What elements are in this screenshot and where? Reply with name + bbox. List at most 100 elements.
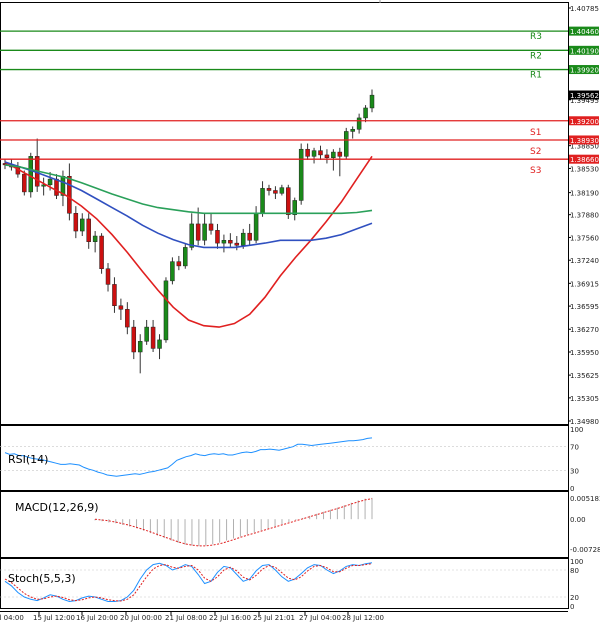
- price-tick-label: 1.36270: [570, 326, 599, 334]
- candle-body: [80, 218, 85, 232]
- candle-body: [73, 213, 79, 232]
- candle-body: [183, 247, 188, 267]
- moving-average-line: [4, 161, 373, 249]
- candle-body: [343, 131, 349, 157]
- panel-frames: [0, 0, 569, 612]
- candle-body: [118, 305, 124, 310]
- macd-panel: 0.005183 0.00 -0.007282 MACD(12,26,9): [15, 495, 600, 554]
- candle-body: [305, 148, 310, 157]
- level-label-s1: S1: [530, 128, 541, 138]
- current-price-label: 1.39562: [570, 92, 599, 100]
- candle-body: [131, 326, 137, 353]
- candle-body: [279, 187, 285, 194]
- candle-body: [215, 230, 220, 244]
- candle-body: [163, 280, 169, 341]
- candle-body: [54, 178, 59, 196]
- level-label-s2: S2: [530, 147, 541, 157]
- price-tick-label: 1.36915: [570, 280, 599, 288]
- candle-body: [298, 148, 304, 201]
- x-tick-label: 16 Jul 20:00: [76, 614, 118, 622]
- level-price-tag-label: 1.38660: [570, 156, 599, 164]
- candle-body: [28, 156, 34, 193]
- price-tick-label: 1.38530: [570, 165, 599, 173]
- x-tick-label: 20 Jul 00:00: [120, 614, 162, 622]
- macd-tick-label: 0.005183: [570, 495, 600, 503]
- level-label-s3: S3: [530, 166, 541, 176]
- candle-body: [286, 187, 291, 215]
- moving-average-line: [4, 164, 373, 215]
- rsi-label: RSI(14): [8, 453, 48, 466]
- macd-tick-label: 0.00: [570, 516, 586, 524]
- candle-body: [318, 150, 323, 156]
- candle-body: [324, 154, 330, 159]
- level-price-tag-label: 1.40190: [570, 47, 599, 55]
- candle-body: [221, 240, 227, 244]
- x-tick-label: 15 Jul 12:00: [33, 614, 75, 622]
- candle-body: [170, 261, 175, 282]
- price-tick-label: 1.35625: [570, 372, 599, 380]
- candle-body: [99, 235, 104, 269]
- candle-body: [240, 232, 246, 246]
- candle-body: [189, 223, 194, 248]
- price-panel: 1.407851.404601.401901.399201.395621.394…: [0, 5, 599, 426]
- level-price-tag-label: 1.39200: [570, 118, 599, 126]
- price-tick-label: 1.35950: [570, 349, 599, 357]
- x-tick-label: 25 Jul 21:01: [253, 614, 295, 622]
- price-tick-label: 1.35305: [570, 395, 599, 403]
- forex-chart: 1.407851.404601.401901.399201.395621.394…: [0, 0, 600, 622]
- price-tick-label: 1.34980: [570, 418, 599, 426]
- macd-label: MACD(12,26,9): [15, 501, 99, 514]
- candle-body: [253, 213, 259, 241]
- candle-body: [86, 218, 91, 242]
- rsi-panel-frame: [0, 425, 569, 491]
- candle-body: [331, 151, 336, 159]
- candle-body: [247, 232, 252, 241]
- macd-tick-label: -0.007282: [570, 546, 600, 554]
- candle-body: [176, 261, 182, 267]
- price-tick-label: 1.40785: [570, 5, 599, 13]
- candle-body: [350, 129, 355, 132]
- candle-body: [266, 188, 272, 191]
- stoch-label: Stoch(5,5,3): [8, 572, 76, 585]
- candle-body: [273, 190, 278, 194]
- candle-body: [202, 223, 207, 241]
- x-tick-label: 28 Jul 12:00: [342, 614, 384, 622]
- level-price-tag-label: 1.40460: [570, 28, 599, 36]
- rsi-tick-label: 30: [570, 467, 579, 475]
- candle-body: [125, 309, 130, 328]
- x-tick-label: 22 Jul 16:00: [209, 614, 251, 622]
- rsi-tick-label: 70: [570, 444, 579, 452]
- candle-body: [228, 240, 233, 244]
- candle-body: [311, 150, 317, 157]
- level-label-r1: R1: [530, 71, 542, 81]
- level-label-r2: R2: [530, 51, 542, 61]
- price-tick-label: 1.37560: [570, 234, 599, 242]
- candle-body: [208, 223, 214, 231]
- x-tick-label: 27 Jul 04:00: [299, 614, 341, 622]
- candle-body: [260, 188, 265, 214]
- stoch-tick-label: 0: [570, 603, 574, 611]
- rsi-tick-label: 100: [570, 426, 583, 434]
- price-tick-label: 1.37240: [570, 257, 599, 265]
- x-axis: Jul 04:00 15 Jul 12:0016 Jul 20:0020 Jul …: [0, 611, 384, 622]
- x-tick-label: 21 Jul 08:00: [165, 614, 207, 622]
- level-price-tag-label: 1.39920: [570, 67, 599, 75]
- candle-body: [22, 173, 27, 193]
- candle-body: [92, 235, 98, 242]
- candle-body: [105, 268, 111, 285]
- candle-body: [137, 341, 143, 353]
- candle-body: [67, 176, 72, 214]
- price-tick-label: 1.36595: [570, 303, 599, 311]
- stoch-tick-label: 20: [570, 594, 579, 602]
- candle-body: [144, 326, 149, 342]
- price-tick-label: 1.38190: [570, 190, 599, 198]
- level-price-tag-label: 1.38930: [570, 137, 599, 145]
- rsi-tick-label: 0: [570, 485, 574, 493]
- candle-body: [337, 151, 343, 157]
- candle-body: [356, 117, 362, 130]
- candle-body: [363, 107, 368, 119]
- price-tick-label: 1.37880: [570, 212, 599, 220]
- stoch-tick-label: 80: [570, 567, 579, 575]
- stoch-panel: 10080 200 Stoch(5,5,3): [0, 558, 583, 611]
- candle-body: [234, 242, 240, 246]
